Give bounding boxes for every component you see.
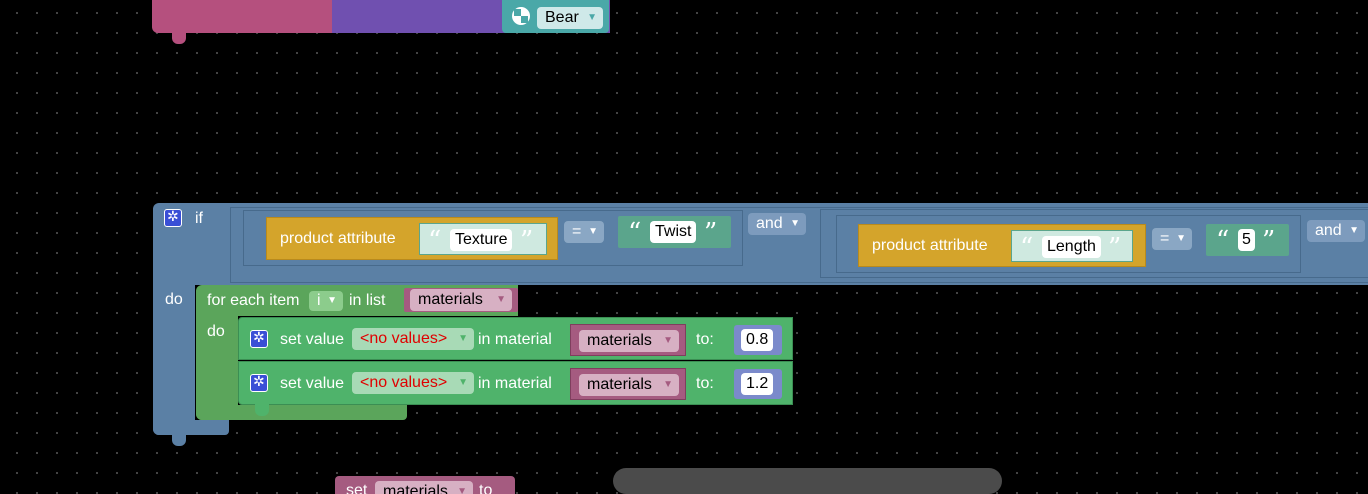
chevron-down-icon: ▼: [327, 295, 337, 306]
top-teal-block[interactable]: Bear ▼: [502, 0, 609, 33]
set-variable-text: materials: [383, 483, 448, 494]
and-operator-dropdown-1[interactable]: and ▼: [748, 213, 806, 235]
product-attribute-label-2: product attribute: [872, 237, 988, 254]
chevron-down-icon: ▼: [1176, 233, 1186, 244]
open-quote-icon: “: [1216, 226, 1230, 256]
close-quote-icon: ”: [520, 226, 534, 256]
set-value-bottom-tab: [255, 404, 269, 416]
in-material-label: in material: [478, 331, 552, 348]
open-quote-icon: “: [628, 218, 642, 248]
property-dropdown-text: <no values>: [360, 374, 448, 391]
set-value-gear-icon[interactable]: [250, 329, 268, 348]
material-variable-text: materials: [587, 376, 652, 393]
if-block-bottom-tab: [172, 434, 186, 446]
bear-dropdown[interactable]: Bear ▼: [537, 7, 603, 29]
chevron-down-icon: ▼: [1349, 225, 1359, 236]
set-label: set: [346, 482, 368, 494]
and-operator-text-2: and: [1315, 222, 1342, 239]
for-each-do-label: do: [207, 323, 225, 340]
number-block[interactable]: 0.8: [734, 325, 782, 355]
length-text-block[interactable]: “ Length ”: [1011, 230, 1133, 262]
set-variable-block[interactable]: set materials ▼ to: [335, 476, 515, 494]
top-pink-block[interactable]: [152, 0, 332, 33]
property-dropdown[interactable]: <no values> ▼: [352, 328, 474, 350]
chevron-down-icon: ▼: [587, 12, 597, 23]
product-attribute-block-1[interactable]: product attribute “ Texture ”: [266, 217, 558, 260]
materials-list-text: materials: [418, 291, 483, 308]
property-dropdown[interactable]: <no values> ▼: [352, 372, 474, 394]
for-each-bottom: [196, 405, 407, 420]
bear-globe-icon: [512, 7, 530, 25]
for-each-label: for each item: [207, 292, 300, 309]
material-variable-dropdown[interactable]: materials ▼: [579, 330, 679, 352]
set-value-label: set value: [280, 375, 345, 392]
twist-text-input[interactable]: Twist: [650, 221, 697, 243]
set-value-gear-icon[interactable]: [250, 373, 268, 392]
chevron-down-icon: ▼: [663, 379, 673, 390]
close-quote-icon: ”: [1262, 226, 1276, 256]
in-material-label: in material: [478, 375, 552, 392]
texture-text-input[interactable]: Texture: [450, 229, 513, 251]
five-text-block[interactable]: “ 5 ”: [1206, 224, 1289, 256]
equals-operator-dropdown-1[interactable]: = ▼: [564, 221, 604, 243]
twist-text-block[interactable]: “ Twist ”: [618, 216, 731, 248]
if-mutator-gear-icon[interactable]: [164, 208, 182, 227]
chevron-down-icon: ▼: [458, 333, 468, 344]
close-quote-icon: ”: [704, 218, 718, 248]
product-attribute-block-2[interactable]: product attribute “ Length ”: [858, 224, 1146, 267]
number-block[interactable]: 1.2: [734, 369, 782, 399]
materials-list-dropdown[interactable]: materials ▼: [410, 289, 512, 311]
material-variable-text: materials: [587, 332, 652, 349]
material-variable-block[interactable]: materials ▼: [570, 368, 686, 400]
do-label: do: [165, 291, 183, 308]
if-block-bottom: [153, 420, 229, 435]
equals-operator-dropdown-2[interactable]: = ▼: [1152, 228, 1192, 250]
set-variable-dropdown[interactable]: materials ▼: [375, 481, 473, 494]
material-variable-dropdown[interactable]: materials ▼: [579, 374, 679, 396]
equals-operator-text-1: =: [572, 223, 582, 240]
to-label: to:: [696, 331, 714, 348]
equals-operator-text-2: =: [1160, 230, 1170, 247]
horizontal-scrollbar[interactable]: [613, 468, 1002, 494]
and-operator-dropdown-2[interactable]: and ▼: [1307, 220, 1365, 242]
in-list-label: in list: [349, 292, 386, 309]
product-attribute-label-1: product attribute: [280, 230, 396, 247]
if-label: if: [195, 210, 203, 227]
chevron-down-icon: ▼: [790, 218, 800, 229]
chevron-down-icon: ▼: [663, 335, 673, 346]
to-label: to:: [696, 375, 714, 392]
texture-text-block[interactable]: “ Texture ”: [419, 223, 547, 255]
length-text-input[interactable]: Length: [1042, 236, 1101, 258]
bear-dropdown-text: Bear: [545, 9, 579, 26]
five-text-input[interactable]: 5: [1238, 229, 1255, 251]
open-quote-icon: “: [428, 226, 442, 256]
item-variable-dropdown[interactable]: i ▼: [309, 291, 343, 311]
chevron-down-icon: ▼: [496, 294, 506, 305]
to-label: to: [479, 482, 493, 494]
close-quote-icon: ”: [1108, 233, 1122, 263]
chevron-down-icon: ▼: [588, 226, 598, 237]
number-input[interactable]: 1.2: [741, 373, 774, 395]
top-pink-block-tab: [172, 32, 186, 44]
set-value-block-1[interactable]: set value <no values> ▼ in material mate…: [238, 317, 793, 360]
item-variable-text: i: [317, 292, 321, 309]
number-input[interactable]: 0.8: [741, 329, 774, 351]
open-quote-icon: “: [1020, 233, 1034, 263]
property-dropdown-text: <no values>: [360, 330, 448, 347]
set-value-label: set value: [280, 331, 345, 348]
set-value-block-2[interactable]: set value <no values> ▼ in material mate…: [238, 361, 793, 405]
chevron-down-icon: ▼: [457, 486, 467, 494]
chevron-down-icon: ▼: [458, 377, 468, 388]
materials-list-block[interactable]: materials ▼: [404, 288, 518, 312]
and-operator-text-1: and: [756, 215, 783, 232]
material-variable-block[interactable]: materials ▼: [570, 324, 686, 356]
